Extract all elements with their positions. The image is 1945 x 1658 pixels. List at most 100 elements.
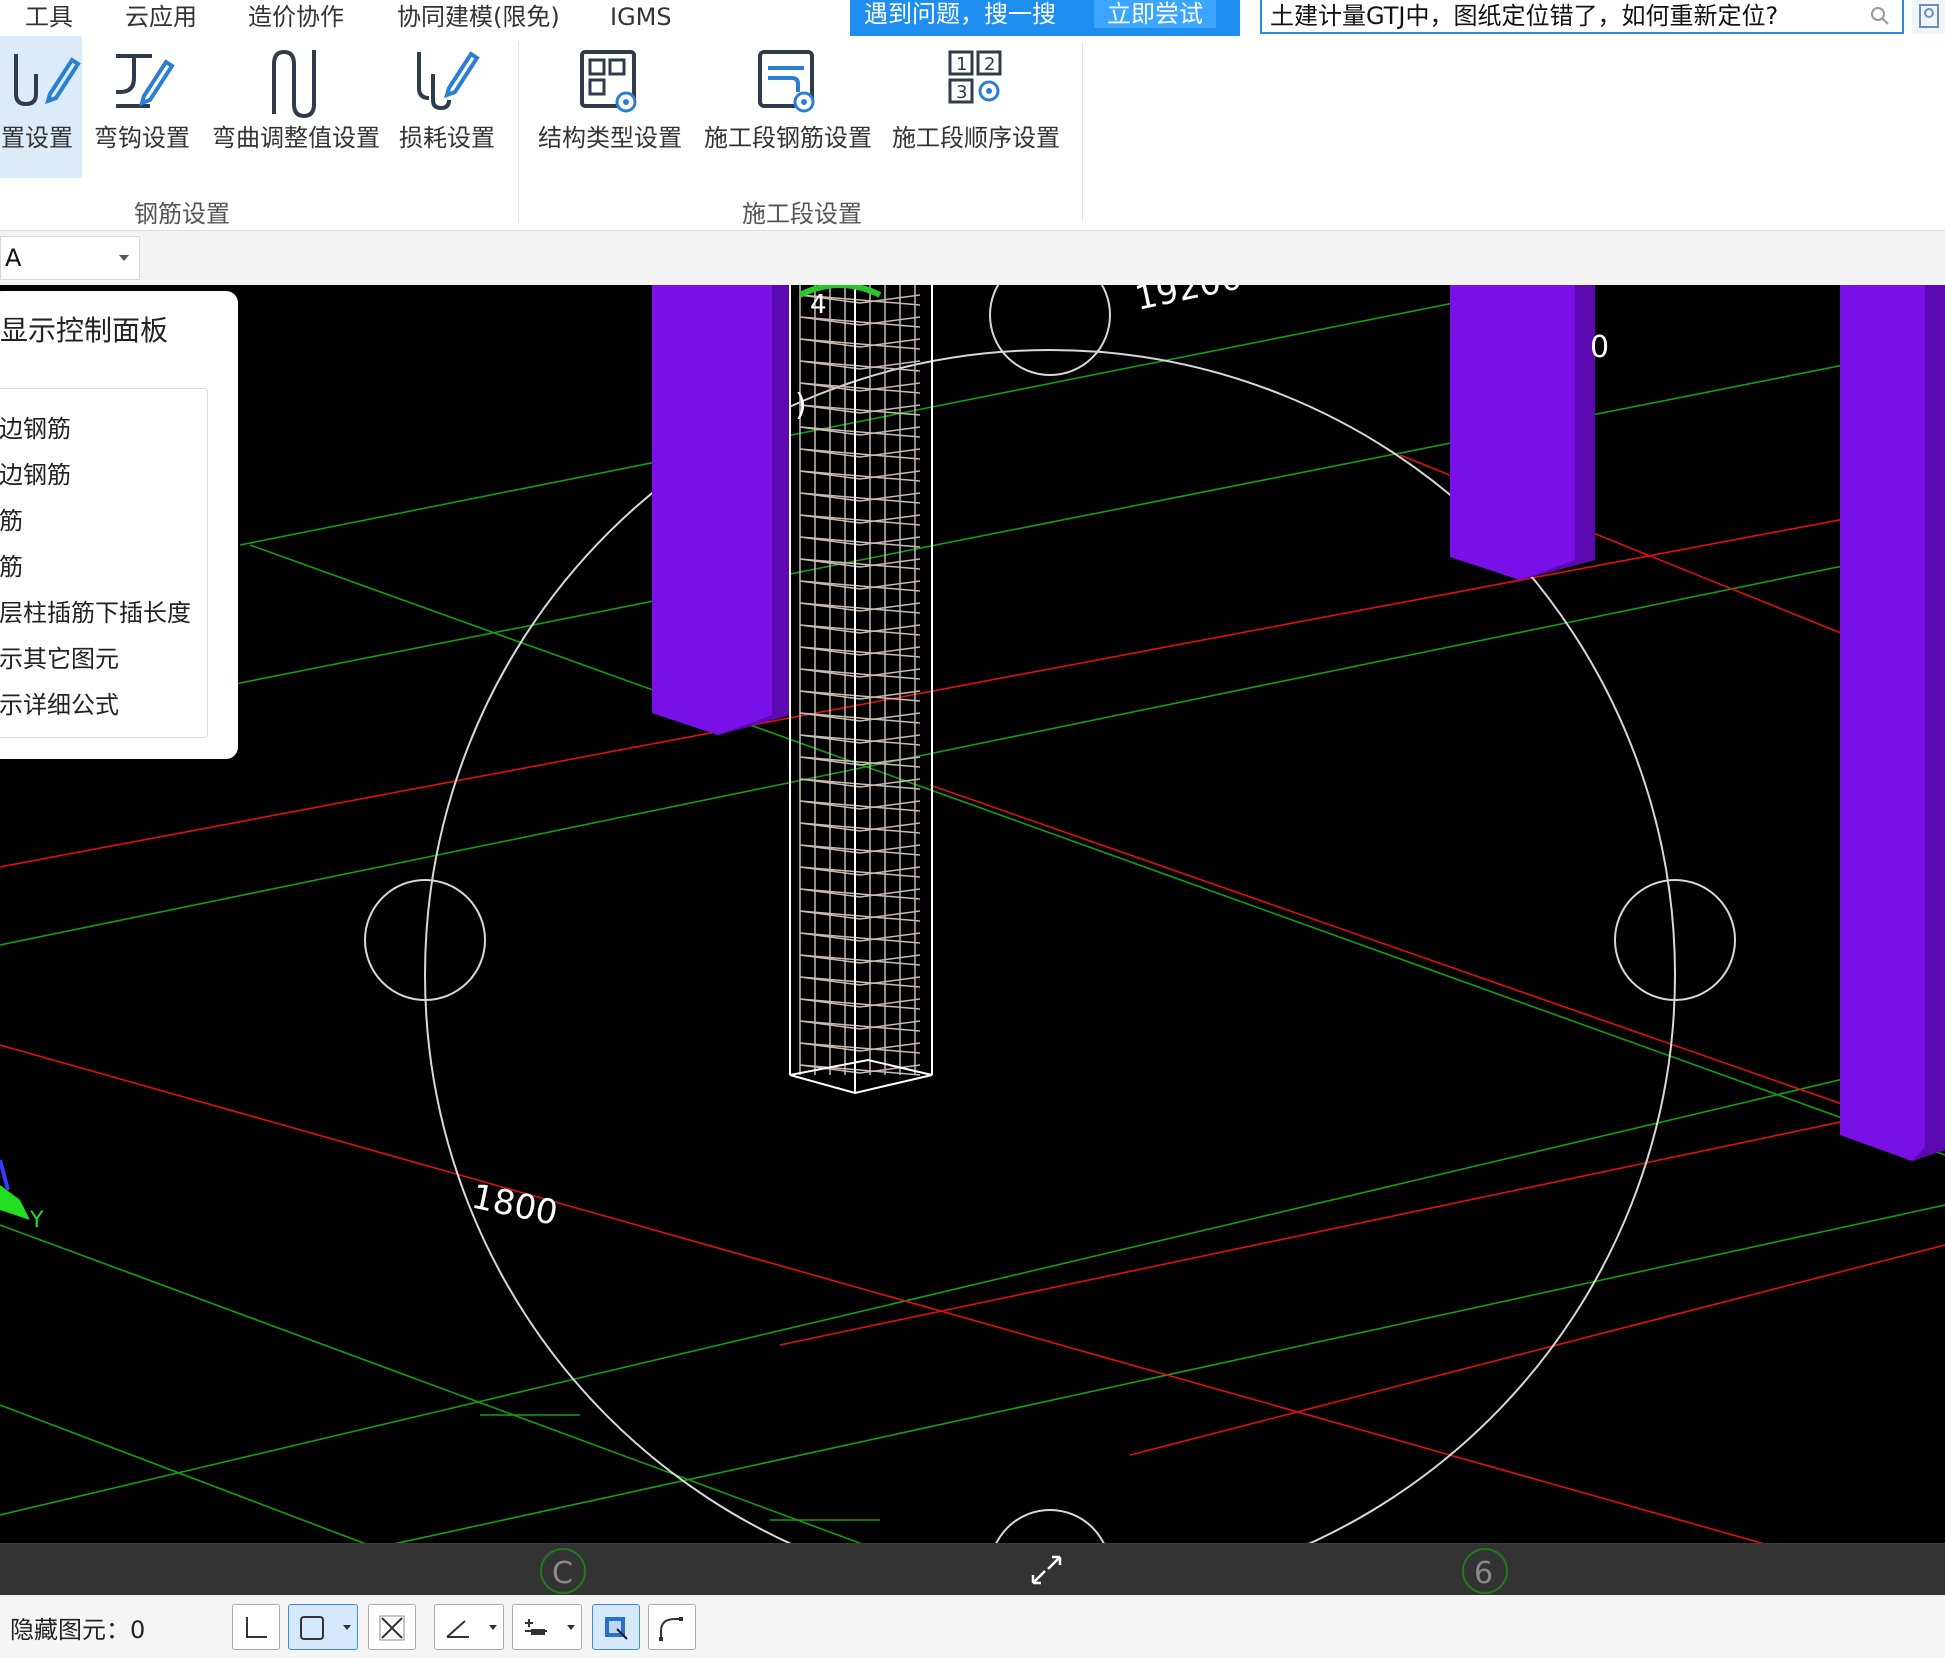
- rebar-stirrup: [799, 404, 921, 416]
- arc-tool-button[interactable]: [648, 1604, 696, 1650]
- menu-cloud-apps[interactable]: 云应用: [125, 0, 197, 34]
- axis-label-c: C: [552, 1556, 573, 1591]
- snap-mode-caret-icon[interactable]: [343, 1625, 351, 1630]
- menu-tools[interactable]: 工具: [25, 0, 73, 34]
- green-grid-lines: [0, 285, 1945, 1595]
- panel-option-list: 边钢筋 边钢筋 筋 筋 层柱插筋下插长度 示其它图元 示详细公式: [0, 388, 208, 738]
- rebar-stirrup: [799, 932, 921, 944]
- help-search-input[interactable]: 土建计量GTJ中，图纸定位错了，如何重新定位?: [1260, 0, 1904, 34]
- viewport-canvas[interactable]: 19200 1800 4 0 ) Y: [0, 285, 1945, 1595]
- lap-settings-icon: [14, 54, 81, 107]
- stage-order-icon: 1 2 3: [948, 50, 1002, 104]
- rebar-stirrup: [799, 954, 921, 966]
- structure-type-settings-button[interactable]: 结构类型设置: [536, 36, 684, 178]
- stage-settings-group-label: 施工段设置: [742, 200, 862, 228]
- axis-label-6: 6: [1474, 1556, 1493, 1591]
- arc-icon: [659, 1617, 683, 1641]
- rebar-stirrup: [799, 382, 921, 394]
- lap-settings-button[interactable]: 置设置: [0, 36, 82, 178]
- dimension-bottom: 1800: [468, 1177, 561, 1234]
- cross-icon: [379, 1615, 405, 1641]
- search-query[interactable]: 土建计量GTJ中，图纸定位错了，如何重新定位?: [1270, 0, 1778, 32]
- grid-label-4: 4: [810, 290, 827, 320]
- panel-item-edge-rebar-1[interactable]: 边钢筋: [0, 409, 71, 444]
- menu-collab-modeling[interactable]: 协同建模(限免): [397, 0, 560, 34]
- axis-y-label: Y: [29, 1208, 44, 1233]
- structure-type-icon: [580, 50, 637, 113]
- structure-type-label: 结构类型设置: [538, 124, 682, 152]
- viewport-nav-bar: C 6: [0, 1542, 1945, 1595]
- bend-adjust-icon: [272, 49, 316, 119]
- panel-item-rebar-3[interactable]: 筋: [0, 501, 23, 536]
- panel-item-show-formula[interactable]: 示详细公式: [0, 685, 119, 720]
- rebar-stirrup: [799, 602, 921, 614]
- hook-settings-label: 弯钩设置: [94, 124, 190, 152]
- angle-tool-caret-icon[interactable]: [489, 1625, 497, 1630]
- secondary-toolbar: [0, 231, 1945, 284]
- rebar-stirrup: [799, 448, 921, 460]
- loss-settings-icon: [417, 51, 480, 111]
- rebar-stirrup: [799, 910, 921, 922]
- hook-settings-button[interactable]: 弯钩设置: [92, 36, 192, 178]
- rebar-stirrup: [799, 536, 921, 548]
- offset-tool-caret-icon[interactable]: [567, 1625, 575, 1630]
- rebar-stirrup: [799, 514, 921, 526]
- dropdown-value: A: [5, 244, 22, 272]
- ribbon-end-divider: [1082, 42, 1083, 222]
- snap-mode-button[interactable]: [288, 1604, 358, 1650]
- stage-order-settings-button[interactable]: 1 2 3 施工段顺序设置: [888, 36, 1064, 178]
- rebar-settings-group-label: 钢筋设置: [134, 200, 230, 228]
- select-mode-icon: [605, 1617, 628, 1640]
- rebar-stirrup: [799, 866, 921, 878]
- cross-toggle-button[interactable]: [368, 1604, 416, 1650]
- rebar-stirrup: [799, 338, 921, 350]
- rebar-stirrup: [799, 580, 921, 592]
- offset-tool-button[interactable]: [512, 1604, 582, 1650]
- stage-rebar-settings-button[interactable]: 施工段钢筋设置: [700, 36, 876, 178]
- bend-adjust-settings-button[interactable]: 弯曲调整值设置: [208, 36, 384, 178]
- angle-tool-button[interactable]: [434, 1604, 504, 1650]
- panel-item-edge-rebar-2[interactable]: 边钢筋: [0, 455, 71, 490]
- try-now-button[interactable]: 立即尝试: [1094, 0, 1216, 28]
- rebar-stirrup: [799, 1020, 921, 1032]
- rebar-stirrup: [799, 624, 921, 636]
- stage-rebar-icon: [758, 50, 815, 113]
- red-grid-lines: [0, 454, 1945, 1595]
- zoom-fit-icon[interactable]: [1031, 1555, 1062, 1585]
- bend-adjust-label: 弯曲调整值设置: [212, 124, 380, 152]
- ribbon-group-divider: [518, 42, 519, 222]
- svg-text:1: 1: [956, 54, 967, 75]
- orthogonal-toggle-button[interactable]: [232, 1604, 280, 1650]
- ribbon: 置设置 弯钩设置 弯曲调整值设置 损耗设置 结构类型设置 施工段钢筋设置 1 2…: [0, 36, 1945, 231]
- lap-settings-label: 置设置: [1, 124, 73, 152]
- partial-dimension-right: 0: [1590, 330, 1609, 365]
- dropdown-caret-icon[interactable]: [119, 255, 129, 261]
- rebar-stirrup: [799, 360, 921, 372]
- search-icon[interactable]: [1870, 6, 1890, 26]
- panel-item-rebar-4[interactable]: 筋: [0, 547, 23, 582]
- stage-rebar-label: 施工段钢筋设置: [704, 124, 872, 152]
- rebar-stirrup: [799, 822, 921, 834]
- rebar-stirrup: [799, 1042, 921, 1054]
- 3d-viewport[interactable]: 19200 1800 4 0 ) Y: [0, 285, 1945, 1595]
- select-mode-button[interactable]: [592, 1604, 640, 1650]
- rebar-cage[interactable]: [799, 285, 921, 1076]
- rebar-stirrup: [799, 778, 921, 790]
- promo-text: 遇到问题，搜一搜: [864, 0, 1056, 28]
- menu-cost-collab[interactable]: 造价协作: [248, 0, 344, 34]
- rebar-stirrup: [799, 470, 921, 482]
- user-icon[interactable]: [1912, 0, 1945, 34]
- panel-item-show-other-elements[interactable]: 示其它图元: [0, 639, 119, 674]
- rebar-stirrup: [799, 426, 921, 438]
- rebar-stirrup: [799, 888, 921, 900]
- offset-icon: [525, 1619, 547, 1635]
- menu-igms[interactable]: IGMS: [610, 0, 672, 34]
- rebar-stirrup: [799, 734, 921, 746]
- selector-dropdown[interactable]: A: [0, 236, 140, 280]
- purple-columns[interactable]: [652, 285, 1945, 1161]
- loss-settings-button[interactable]: 损耗设置: [394, 36, 500, 178]
- display-control-panel: 显示控制面板 边钢筋 边钢筋 筋 筋 层柱插筋下插长度 示其它图元 示详细公式: [0, 291, 238, 759]
- panel-item-dowel-length[interactable]: 层柱插筋下插长度: [0, 593, 191, 628]
- axis-triad: Y: [0, 1159, 44, 1233]
- loss-settings-label: 损耗设置: [399, 124, 495, 152]
